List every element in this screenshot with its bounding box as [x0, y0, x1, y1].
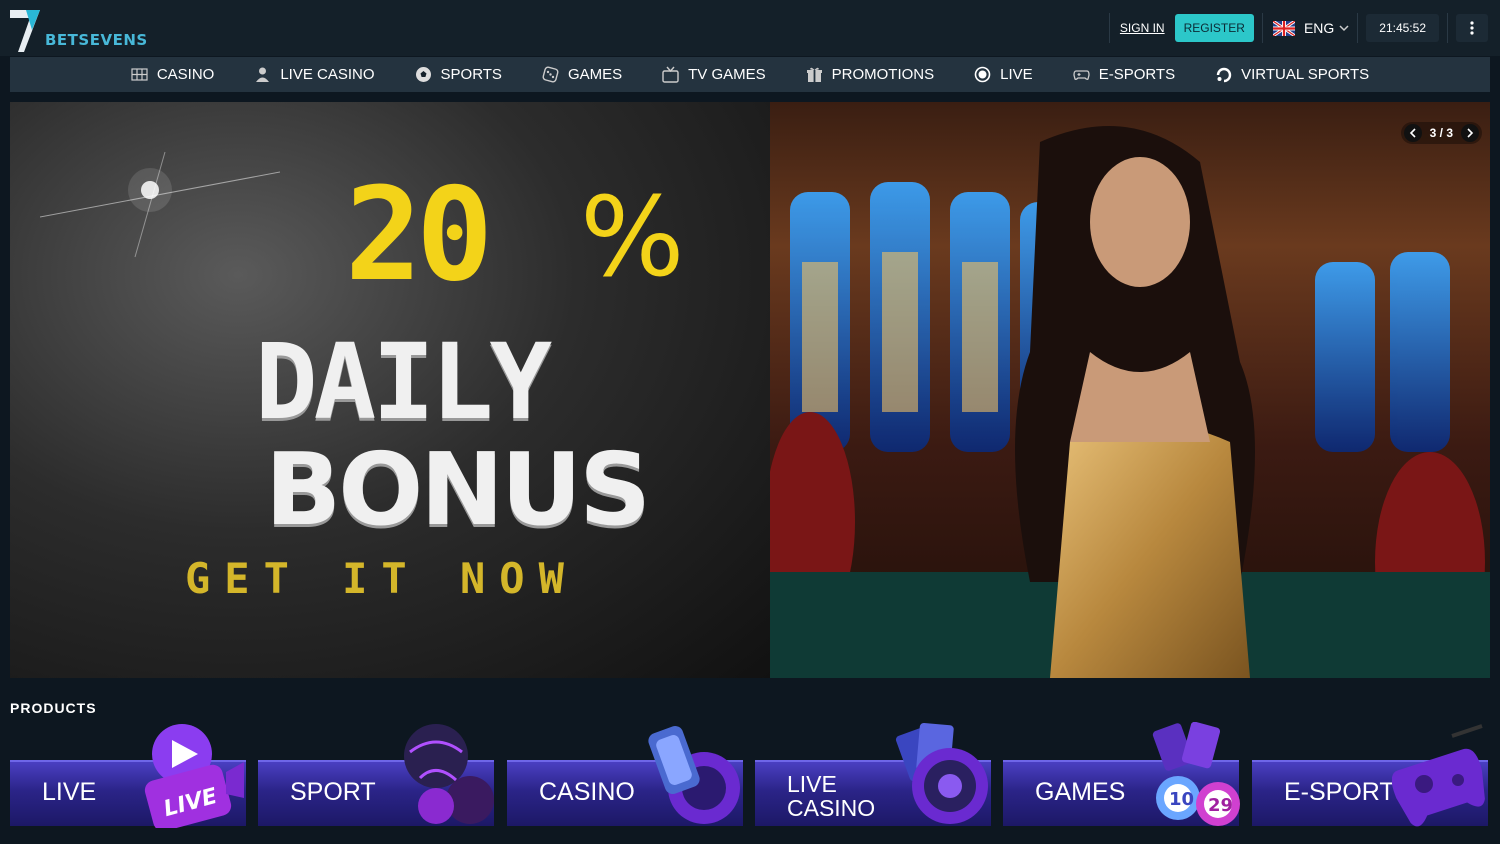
nav-promotions[interactable]: PROMOTIONS [786, 66, 955, 83]
gamepad-icon [1073, 70, 1090, 80]
nav-label: LIVE CASINO [280, 66, 375, 83]
balls-icon [404, 724, 494, 824]
banner-cta[interactable]: GET IT NOW [185, 554, 578, 603]
products-row: LIVE LIVE SPORT CASINO LIVECASINO GAMES [10, 720, 1490, 830]
product-label: GAMES [1035, 778, 1126, 806]
product-label: SPORT [290, 778, 376, 806]
live-camera-icon: LIVE [144, 724, 244, 828]
nav-live[interactable]: LIVE [954, 66, 1053, 83]
gamepad-product-icon [1392, 724, 1485, 827]
nav-label: SPORTS [440, 66, 502, 83]
nav-label: CASINO [156, 66, 215, 83]
banner-headline-2: BONUS [265, 431, 651, 548]
chips-icon [648, 726, 740, 824]
nav-label: PROMOTIONS [831, 66, 935, 83]
product-label: CASINO [539, 778, 635, 806]
divider [1261, 13, 1263, 43]
bonus-percent: 20 [345, 161, 493, 310]
language-selector[interactable]: ENG [1272, 20, 1349, 36]
slide-counter: 3 / 3 [1429, 126, 1453, 140]
chevron-left-icon [1409, 128, 1416, 138]
live-dot-icon [974, 66, 991, 83]
top-header: BETSEVENS SIGN IN REGISTER ENG 21:45:52 [0, 0, 1500, 56]
nav-live-casino[interactable]: LIVE CASINO [234, 66, 394, 83]
sign-in-link[interactable]: SIGN IN [1120, 21, 1165, 35]
roulette-cards-icon [895, 722, 988, 824]
chevron-down-icon [1339, 25, 1349, 32]
clock: 21:45:52 [1366, 14, 1439, 42]
main-nav: CASINO LIVE CASINO SPORTS GAMES TV GAMES… [10, 57, 1490, 92]
casino-scene-illustration [765, 126, 1490, 678]
nav-virtual-sports[interactable]: VIRTUAL SPORTS [1195, 66, 1389, 83]
banner-pager: 3 / 3 [1400, 122, 1482, 144]
dealer-icon [256, 67, 270, 82]
sparkle-icon [40, 151, 280, 258]
nav-label: LIVE [1000, 66, 1033, 83]
nav-sports[interactable]: SPORTS [395, 66, 522, 83]
banner-text-panel: 20 % DAILY BONUS GET IT NOW [10, 102, 770, 678]
banner-photo: 3 / 3 [765, 102, 1490, 678]
product-label: LIVE CASINO [787, 772, 875, 820]
language-label: ENG [1303, 20, 1335, 36]
divider [1447, 13, 1448, 43]
prev-slide-button[interactable] [1403, 124, 1422, 142]
next-slide-button[interactable] [1461, 124, 1479, 142]
vertical-dots-icon [1470, 21, 1474, 35]
divider [1357, 13, 1359, 43]
nav-label: E-SPORTS [1098, 66, 1176, 83]
nav-tv-games[interactable]: TV GAMES [642, 66, 786, 83]
banner-headline-1: DAILY [255, 321, 552, 443]
header-actions: SIGN IN REGISTER ENG 21:45:52 [1101, 12, 1488, 44]
virtual-sports-icon [1216, 67, 1232, 83]
product-label-line2: CASINO [787, 795, 876, 821]
product-label: LIVE [42, 778, 97, 806]
percent-sign: % [580, 173, 685, 301]
promo-banner[interactable]: 20 % DAILY BONUS GET IT NOW 3 / 3 [10, 102, 1490, 678]
nav-games[interactable]: GAMES [522, 66, 642, 83]
register-button[interactable]: REGISTER [1174, 14, 1254, 42]
grid-icon [131, 68, 148, 81]
more-menu-button[interactable] [1456, 14, 1488, 42]
dice-icon [542, 66, 559, 83]
nav-casino[interactable]: CASINO [111, 66, 235, 83]
bingo-number-1: 10 [1169, 789, 1194, 810]
product-label-line1: LIVE [787, 771, 837, 797]
nav-label: VIRTUAL SPORTS [1241, 66, 1370, 83]
brand-logo[interactable]: BETSEVENS [10, 6, 148, 52]
uk-flag-icon [1272, 20, 1295, 36]
nav-e-sports[interactable]: E-SPORTS [1053, 66, 1195, 83]
tv-icon [662, 66, 679, 83]
nav-label: TV GAMES [688, 66, 766, 83]
soccer-ball-icon [415, 67, 431, 82]
chevron-right-icon [1467, 128, 1474, 138]
nav-label: GAMES [567, 66, 623, 83]
divider [1108, 13, 1110, 43]
gift-icon [806, 67, 822, 82]
brand-name: BETSEVENS [45, 31, 148, 49]
seven-logo-icon [10, 10, 40, 52]
products-heading: PRODUCTS [10, 700, 97, 716]
bingo-number-2: 29 [1208, 795, 1233, 816]
bingo-balls-icon: 10 29 [1152, 722, 1240, 826]
